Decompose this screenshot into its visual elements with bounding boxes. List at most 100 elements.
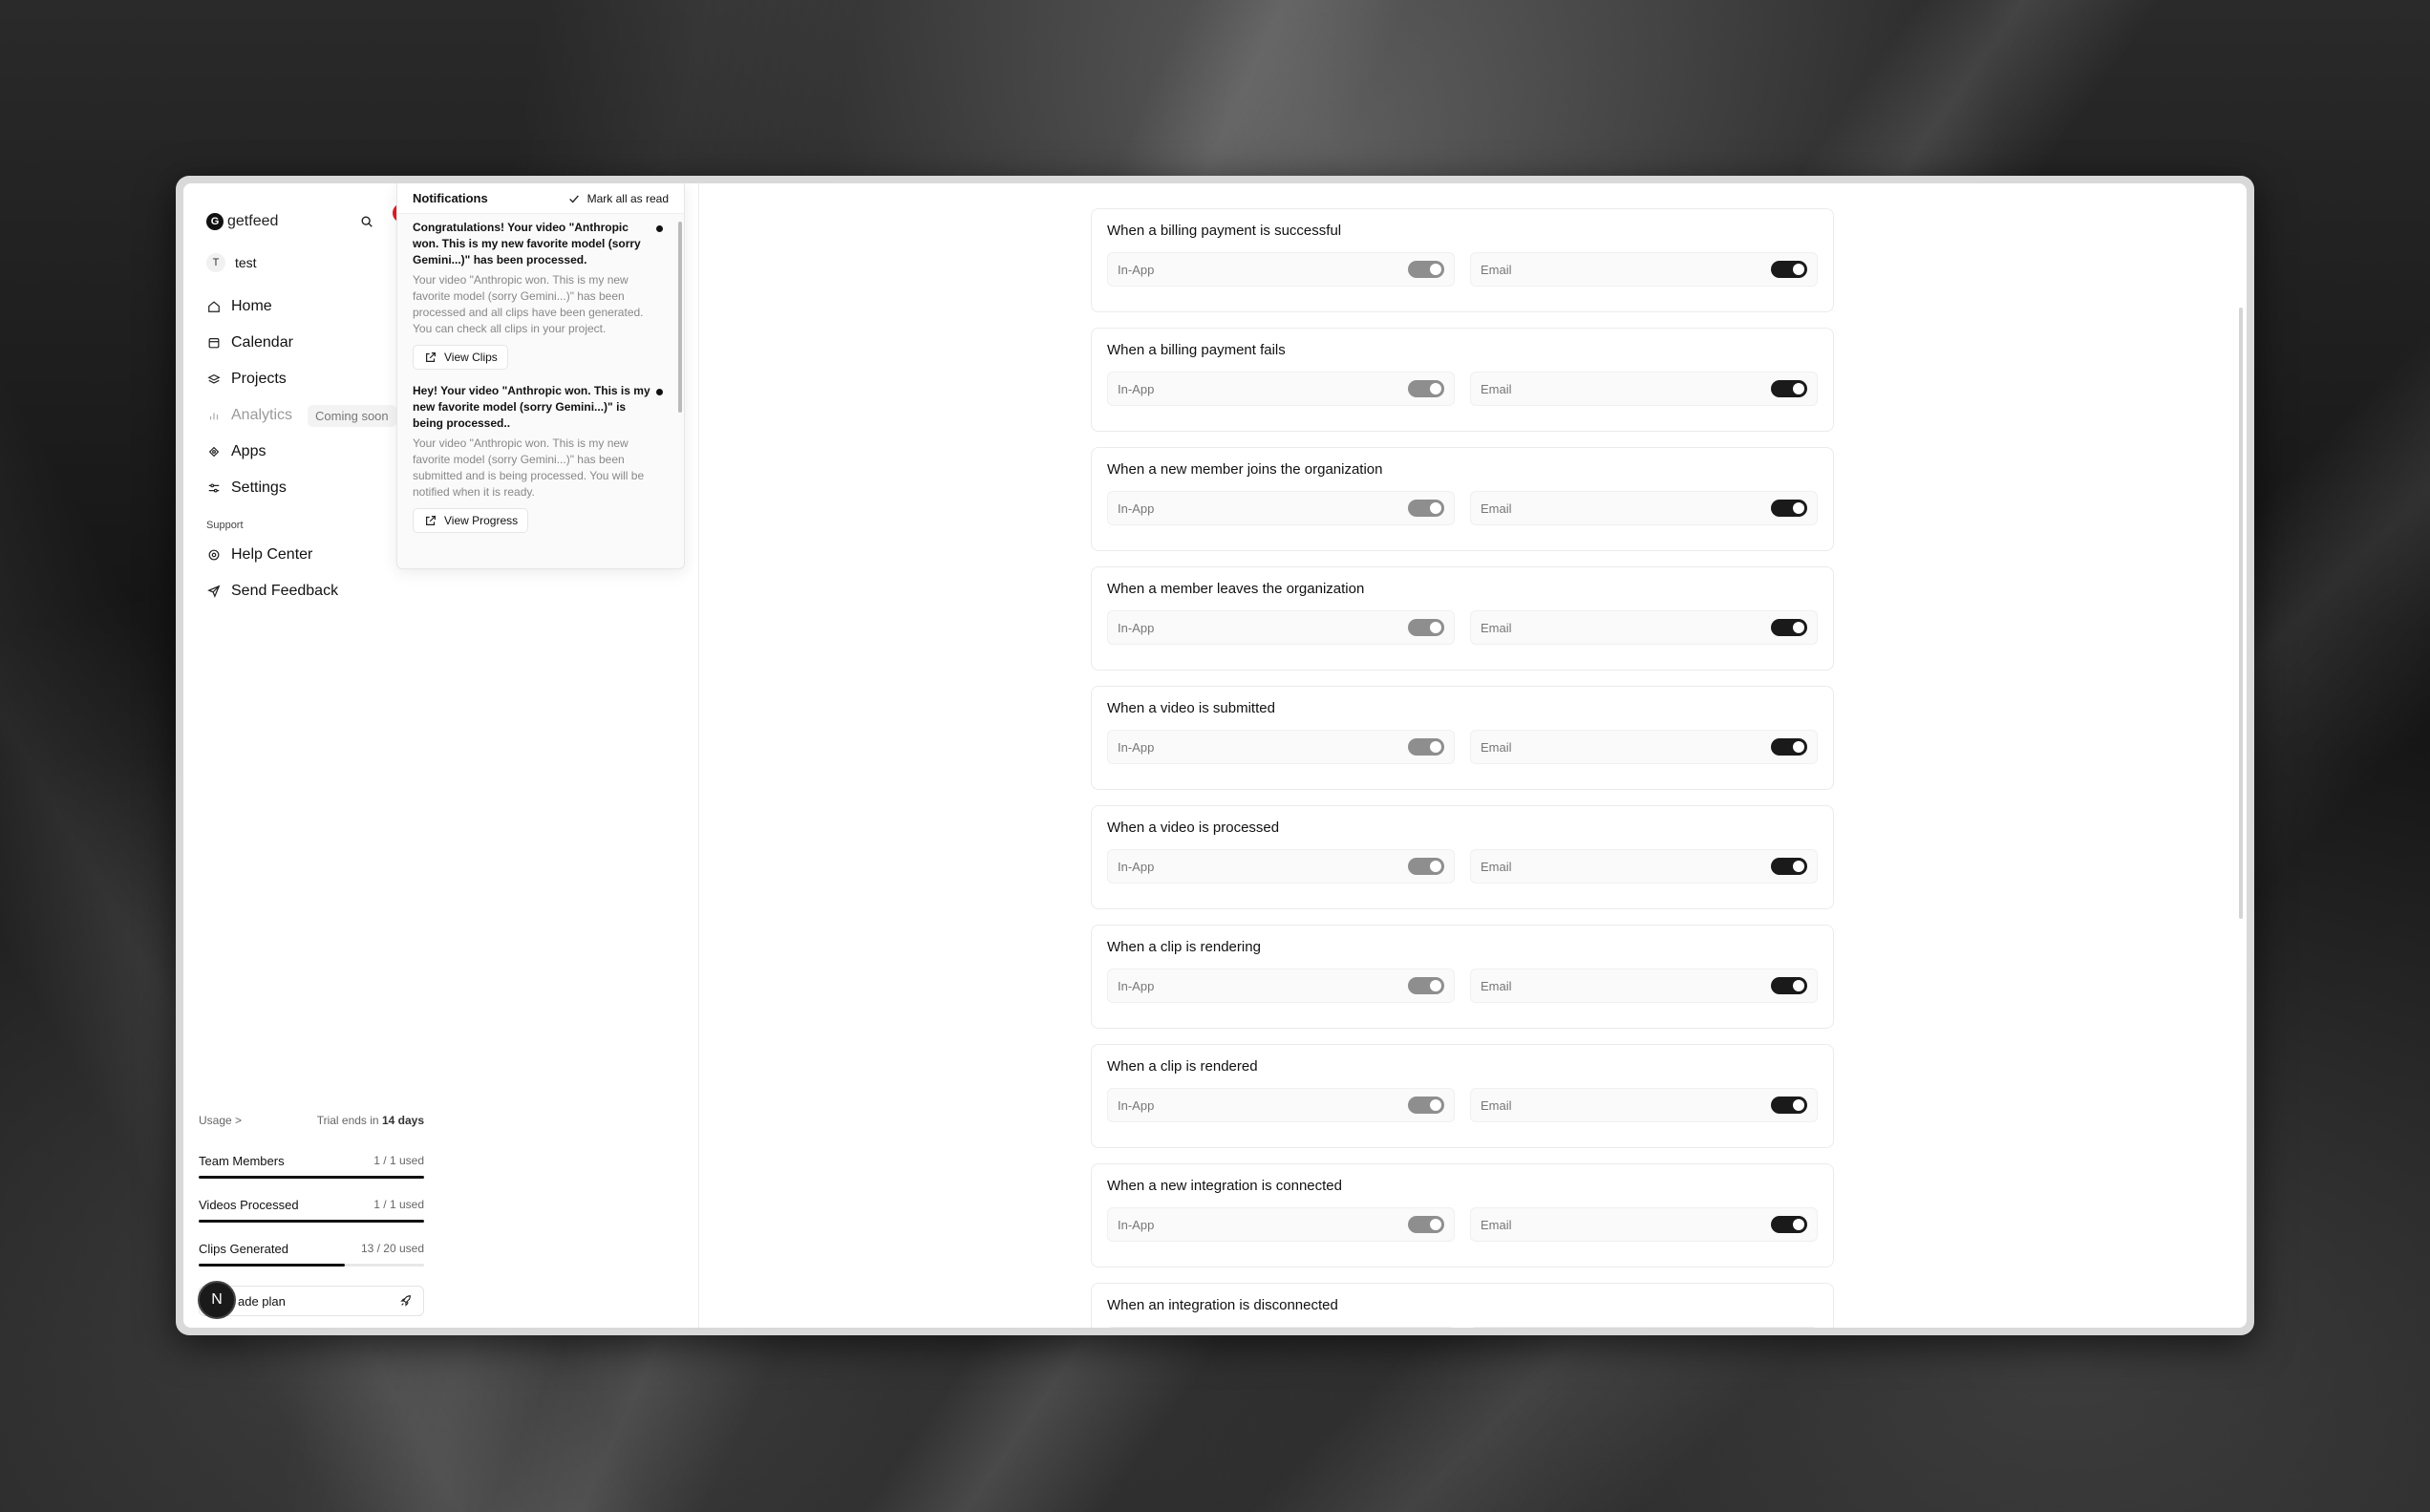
- search-icon[interactable]: [359, 214, 374, 229]
- usage-row-value: 13 / 20 used: [360, 1242, 424, 1255]
- notification-setting-card: When a billing payment fails In-App Email: [1091, 328, 1834, 432]
- email-toggle-row[interactable]: Email: [1470, 610, 1818, 645]
- nav-item-calendar[interactable]: Calendar: [206, 325, 398, 361]
- nav-label: Apps: [231, 443, 266, 459]
- email-switch[interactable]: [1771, 500, 1807, 517]
- nav-item-apps[interactable]: Apps: [206, 434, 398, 470]
- email-toggle-row[interactable]: Email: [1470, 1088, 1818, 1122]
- setting-toggles: In-App Email: [1107, 969, 1818, 1003]
- upgrade-plan-button[interactable]: N ade plan: [198, 1281, 424, 1319]
- mark-all-read-label: Mark all as read: [586, 191, 669, 205]
- in-app-switch[interactable]: [1408, 738, 1444, 756]
- workspace-switcher[interactable]: T test: [206, 248, 398, 277]
- email-switch[interactable]: [1771, 261, 1807, 278]
- browser-window: G getfeed T test Home Calendar Projects …: [176, 176, 2254, 1335]
- email-label: Email: [1481, 620, 1512, 635]
- email-toggle-row[interactable]: Email: [1470, 252, 1818, 287]
- notification-item[interactable]: Hey! Your video "Anthropic won. This is …: [413, 383, 684, 533]
- mark-all-read-button[interactable]: Mark all as read: [566, 191, 669, 206]
- in-app-toggle-row[interactable]: In-App: [1107, 610, 1455, 645]
- in-app-label: In-App: [1118, 500, 1155, 516]
- in-app-switch[interactable]: [1408, 977, 1444, 994]
- in-app-toggle-row[interactable]: In-App: [1107, 1327, 1455, 1328]
- nav-item-home[interactable]: Home: [206, 288, 398, 325]
- view-progress-button[interactable]: View Progress: [413, 508, 529, 533]
- email-label: Email: [1481, 500, 1512, 516]
- email-toggle-row[interactable]: Email: [1470, 1327, 1818, 1328]
- sidebar-top: G getfeed T test Home Calendar Projects …: [183, 183, 412, 609]
- nav-item-settings[interactable]: Settings: [206, 470, 398, 506]
- email-toggle-row[interactable]: Email: [1470, 969, 1818, 1003]
- workspace-name: test: [235, 255, 257, 270]
- nav-label: Projects: [231, 371, 287, 387]
- nav-label: Home: [231, 298, 272, 314]
- usage-row-label: Videos Processed: [199, 1198, 299, 1212]
- email-switch[interactable]: [1771, 619, 1807, 636]
- in-app-toggle-row[interactable]: In-App: [1107, 849, 1455, 884]
- email-switch[interactable]: [1771, 977, 1807, 994]
- usage-row-value: 1 / 1 used: [373, 1198, 424, 1211]
- setting-toggles: In-App Email: [1107, 1207, 1818, 1242]
- calendar-icon: [206, 335, 222, 351]
- email-label: Email: [1481, 739, 1512, 755]
- trial-days: 14 days: [381, 1114, 424, 1127]
- email-switch[interactable]: [1771, 1216, 1807, 1233]
- usage-link[interactable]: Usage >: [199, 1114, 242, 1127]
- in-app-switch[interactable]: [1408, 261, 1444, 278]
- in-app-switch[interactable]: [1408, 1097, 1444, 1114]
- email-toggle-row[interactable]: Email: [1470, 849, 1818, 884]
- apps-icon: [206, 444, 222, 459]
- email-toggle-row[interactable]: Email: [1470, 1207, 1818, 1242]
- usage-bar-fill: [199, 1220, 424, 1223]
- usage-header: Usage > Trial ends in 14 days: [199, 1114, 424, 1127]
- in-app-switch[interactable]: [1408, 619, 1444, 636]
- in-app-switch[interactable]: [1408, 858, 1444, 875]
- in-app-switch[interactable]: [1408, 500, 1444, 517]
- nav-label: Send Feedback: [231, 583, 339, 599]
- external-link-icon: [423, 350, 438, 365]
- notification-setting-card: When a new integration is connected In-Ap…: [1091, 1163, 1834, 1267]
- in-app-toggle-row[interactable]: In-App: [1107, 969, 1455, 1003]
- email-switch[interactable]: [1771, 1097, 1807, 1114]
- email-switch[interactable]: [1771, 738, 1807, 756]
- email-label: Email: [1481, 978, 1512, 993]
- notification-setting-card: When a member leaves the organization In-…: [1091, 566, 1834, 671]
- brand-name[interactable]: getfeed: [227, 213, 278, 230]
- workspace-avatar: T: [206, 253, 225, 272]
- email-switch[interactable]: [1771, 858, 1807, 875]
- email-label: Email: [1481, 262, 1512, 277]
- notification-setting-card: When a new member joins the organization…: [1091, 447, 1834, 551]
- email-toggle-row[interactable]: Email: [1470, 491, 1818, 525]
- nav-item-projects[interactable]: Projects: [206, 361, 398, 397]
- notification-item[interactable]: Congratulations! Your video "Anthropic w…: [413, 220, 684, 370]
- nav-item-help-center[interactable]: Help Center: [206, 537, 398, 573]
- in-app-switch[interactable]: [1408, 1216, 1444, 1233]
- view-clips-button[interactable]: View Clips: [413, 345, 508, 370]
- email-toggle-row[interactable]: Email: [1470, 730, 1818, 764]
- sidebar: G getfeed T test Home Calendar Projects …: [183, 183, 699, 1328]
- in-app-toggle-row[interactable]: In-App: [1107, 491, 1455, 525]
- nav-item-send-feedback[interactable]: Send Feedback: [206, 573, 398, 609]
- brand-logo[interactable]: G: [206, 213, 224, 230]
- rocket-icon: [398, 1293, 414, 1309]
- notifications-list: Congratulations! Your video "Anthropic w…: [397, 214, 684, 565]
- setting-title: When a clip is rendered: [1107, 1058, 1258, 1075]
- in-app-label: In-App: [1118, 620, 1155, 635]
- nav-item-analytics: Analytics Coming soon: [206, 397, 398, 434]
- notification-setting-card: When a video is processed In-App Email: [1091, 805, 1834, 909]
- main-scrollbar[interactable]: [2239, 308, 2243, 919]
- in-app-toggle-row[interactable]: In-App: [1107, 1088, 1455, 1122]
- email-toggle-row[interactable]: Email: [1470, 372, 1818, 406]
- usage-bar: [199, 1176, 424, 1179]
- in-app-toggle-row[interactable]: In-App: [1107, 730, 1455, 764]
- in-app-toggle-row[interactable]: In-App: [1107, 372, 1455, 406]
- in-app-toggle-row[interactable]: In-App: [1107, 1207, 1455, 1242]
- notification-title: Congratulations! Your video "Anthropic w…: [413, 221, 641, 266]
- usage-bar-fill: [199, 1264, 346, 1267]
- in-app-switch[interactable]: [1408, 380, 1444, 397]
- email-switch[interactable]: [1771, 380, 1807, 397]
- in-app-label: In-App: [1118, 739, 1155, 755]
- dev-tools-avatar[interactable]: N: [198, 1281, 236, 1319]
- usage-row-team-members: Team Members 1 / 1 used: [199, 1154, 424, 1179]
- in-app-toggle-row[interactable]: In-App: [1107, 252, 1455, 287]
